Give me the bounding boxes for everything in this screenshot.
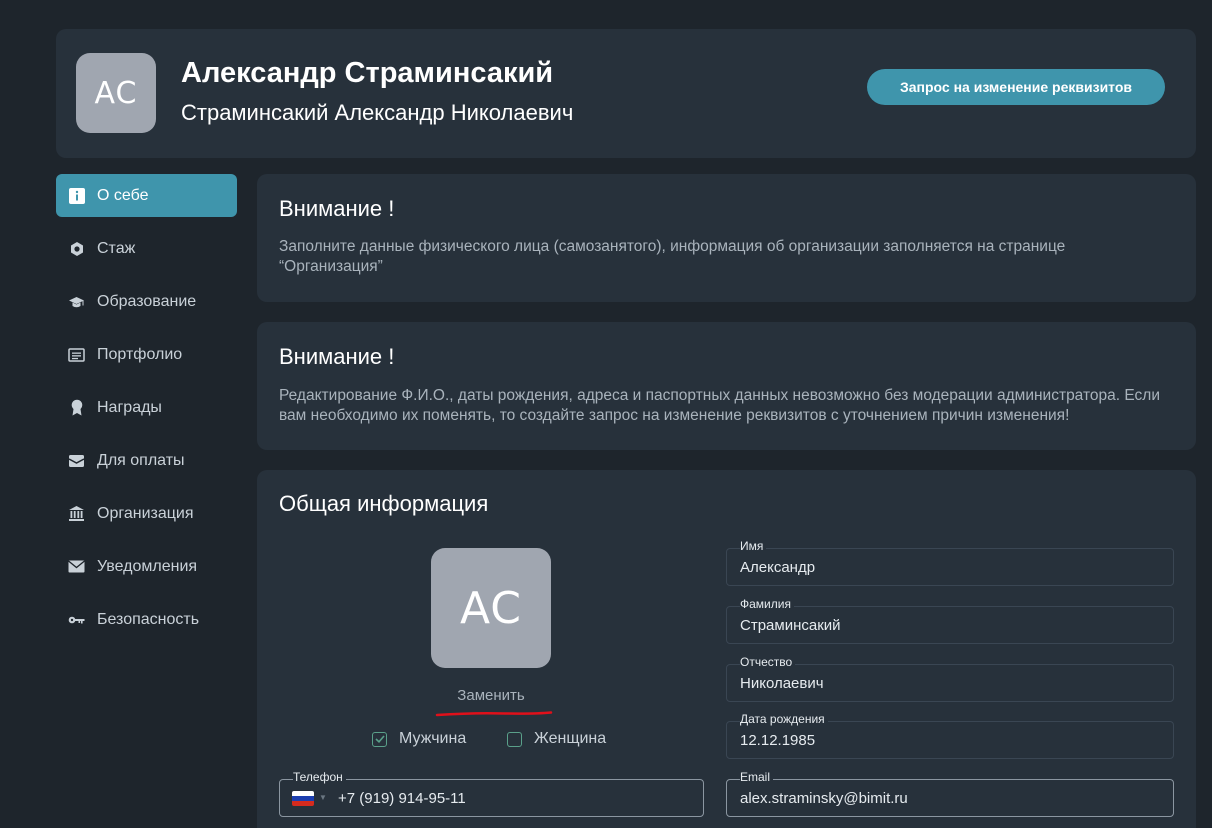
notice-card: Внимание ! Редактирование Ф.И.О., даты р… [257, 322, 1196, 450]
field-label: Фамилия [740, 597, 794, 611]
sidebar-item-organization[interactable]: Организация [56, 492, 237, 535]
request-requisites-change-button[interactable]: Запрос на изменение реквизитов [867, 69, 1165, 105]
sidebar-nav: О себе Стаж Образование Портфолио Наград… [56, 174, 237, 651]
info-icon [68, 187, 85, 204]
field-value: Николаевич [740, 675, 824, 692]
sidebar-item-label: Уведомления [97, 557, 198, 575]
graduation-cap-icon [68, 293, 85, 310]
award-icon [68, 399, 85, 416]
sidebar-item-label: Образование [97, 292, 197, 310]
bank-icon [68, 505, 85, 522]
profile-full-name: Страминсакий Александр Николаевич [181, 100, 574, 125]
payment-icon [68, 452, 85, 469]
key-icon [68, 611, 85, 628]
profile-display-name: Александр Страминсакий [181, 57, 554, 89]
birth-date-field[interactable]: Дата рождения 12.12.1985 [726, 712, 1174, 759]
notice-title: Внимание ! [279, 196, 395, 221]
sidebar-item-label: Стаж [97, 239, 136, 257]
field-value: Александр [740, 559, 816, 576]
patronymic-field[interactable]: Отчество Николаевич [726, 655, 1174, 702]
notice-text: Заполните данные физического лица (самоз… [279, 238, 1066, 275]
avatar: AC [76, 53, 156, 133]
sidebar-item-label: Организация [97, 504, 194, 522]
field-label: Дата рождения [740, 712, 828, 726]
notice-title: Внимание ! [279, 344, 395, 369]
checkbox-checked[interactable] [372, 731, 387, 747]
nut-icon [68, 240, 85, 257]
sidebar-item-security[interactable]: Безопасность [56, 598, 237, 641]
gender-female-label: Женщина [534, 730, 607, 747]
sidebar-item-education[interactable]: Образование [56, 280, 237, 323]
field-label: Отчество [740, 655, 796, 669]
sidebar-item-label: Для оплаты [97, 451, 185, 469]
replace-avatar-link[interactable]: Заменить [431, 687, 551, 704]
russia-flag-icon[interactable] [292, 791, 314, 806]
field-label: Имя [740, 539, 767, 553]
first-name-field[interactable]: Имя Александр [726, 539, 1174, 586]
phone-value: +7 (919) 914-95-11 [338, 790, 466, 807]
avatar: AC [431, 548, 551, 668]
field-value: 12.12.1985 [740, 732, 816, 749]
notice-card: Внимание ! Заполните данные физического … [257, 174, 1196, 302]
sidebar-item-notifications[interactable]: Уведомления [56, 545, 237, 588]
field-value: Страминсакий [740, 617, 841, 634]
sidebar-item-awards[interactable]: Награды [56, 386, 237, 429]
sidebar-item-experience[interactable]: Стаж [56, 227, 237, 270]
gender-male-label: Мужчина [399, 730, 467, 747]
gender-female-option[interactable]: Женщина [507, 730, 606, 748]
checkbox-unchecked[interactable] [507, 731, 522, 747]
last-name-field[interactable]: Фамилия Страминсакий [726, 597, 1174, 644]
sidebar-item-label: Безопасность [97, 610, 200, 628]
notice-text: Редактирование Ф.И.О., даты рождения, ад… [279, 387, 1160, 424]
general-info-card: Общая информация AC Заменить Мужчина Жен… [257, 470, 1196, 828]
chevron-down-icon[interactable]: ▼ [319, 793, 327, 802]
field-value: alex.straminsky@bimit.ru [740, 790, 908, 807]
sidebar-item-label: Награды [97, 398, 162, 416]
sidebar-item-label: Портфолио [97, 345, 183, 363]
field-label: Телефон [293, 770, 346, 784]
sidebar-item-about[interactable]: О себе [56, 174, 237, 217]
email-field[interactable]: Email alex.straminsky@bimit.ru [726, 770, 1174, 817]
gender-male-option[interactable]: Мужчина [372, 730, 466, 748]
section-title: Общая информация [279, 491, 489, 516]
sidebar-item-payment[interactable]: Для оплаты [56, 439, 237, 482]
profile-header: AC Александр Страминсакий Страминсакий А… [56, 29, 1196, 158]
field-label: Email [740, 770, 774, 784]
red-underline-annotation [435, 711, 553, 717]
portfolio-icon [68, 346, 85, 363]
sidebar-item-label: О себе [97, 186, 149, 204]
envelope-icon [68, 558, 85, 575]
sidebar-item-portfolio[interactable]: Портфолио [56, 333, 237, 376]
phone-field[interactable]: Телефон ▼ +7 (919) 914-95-11 [279, 770, 704, 817]
